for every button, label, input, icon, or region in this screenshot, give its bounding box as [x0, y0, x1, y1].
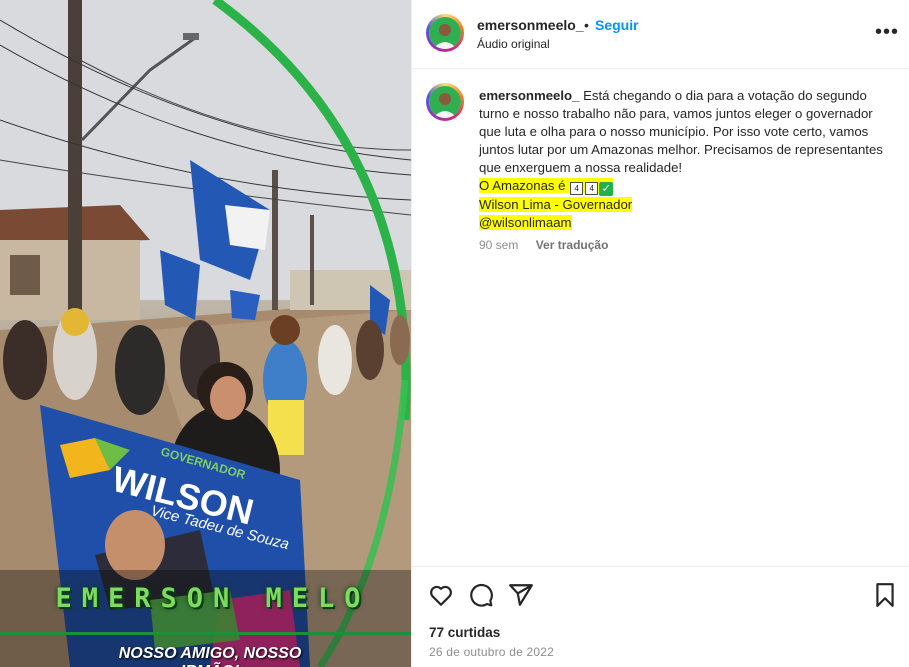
original-audio-link[interactable]: Áudio original — [477, 37, 550, 51]
post-video[interactable]: GOVERNADOR WILSON Vice Tadeu de Souza EM… — [0, 0, 411, 667]
header-username[interactable]: emersonmeelo_ — [477, 17, 584, 33]
header-avatar[interactable] — [426, 14, 464, 52]
video-frame: GOVERNADOR WILSON Vice Tadeu de Souza — [0, 0, 411, 667]
caption-line-amazonas: O Amazonas é 4 4 ✓ — [479, 178, 614, 196]
keycap-four-icon: 4 — [585, 182, 599, 195]
video-overlay-name: EMERSON MELO — [55, 583, 371, 614]
post-header: emersonmeelo_ • Seguir Áudio original ••… — [412, 0, 909, 69]
post-actions: 77 curtidas 26 de outubro de 2022 — [412, 566, 909, 667]
caption-username[interactable]: emersonmeelo_ — [479, 88, 579, 103]
caption-line-governor: Wilson Lima - Governador — [479, 197, 633, 212]
more-icon[interactable]: ••• — [875, 22, 899, 42]
comment-icon[interactable] — [468, 582, 494, 608]
post-details-panel: emersonmeelo_ • Seguir Áudio original ••… — [411, 0, 909, 667]
check-mark-icon: ✓ — [599, 182, 614, 196]
follow-button[interactable]: Seguir — [595, 17, 639, 33]
heart-icon[interactable] — [428, 582, 454, 608]
overlay-divider — [0, 632, 411, 635]
caption-avatar[interactable] — [426, 83, 464, 121]
avatar-photo — [429, 86, 461, 118]
post-caption: emersonmeelo_ Está chegando o dia para a… — [479, 87, 889, 232]
header-separator: • — [584, 17, 589, 33]
see-translation-link[interactable]: Ver tradução — [536, 238, 609, 252]
caption-meta: 90 sem Ver tradução — [479, 238, 608, 252]
share-icon[interactable] — [508, 582, 534, 608]
video-overlay-tagline: NOSSO AMIGO, NOSSO IRMÃO! — [118, 645, 302, 667]
post-date: 26 de outubro de 2022 — [429, 645, 554, 659]
keycap-four-icon: 4 — [570, 182, 584, 195]
caption-mention[interactable]: @wilsonlimaam — [479, 215, 572, 230]
post-age: 90 sem — [479, 238, 519, 252]
avatar-photo — [429, 17, 461, 49]
bookmark-icon[interactable] — [872, 582, 898, 608]
likes-count[interactable]: 77 curtidas — [429, 625, 500, 640]
